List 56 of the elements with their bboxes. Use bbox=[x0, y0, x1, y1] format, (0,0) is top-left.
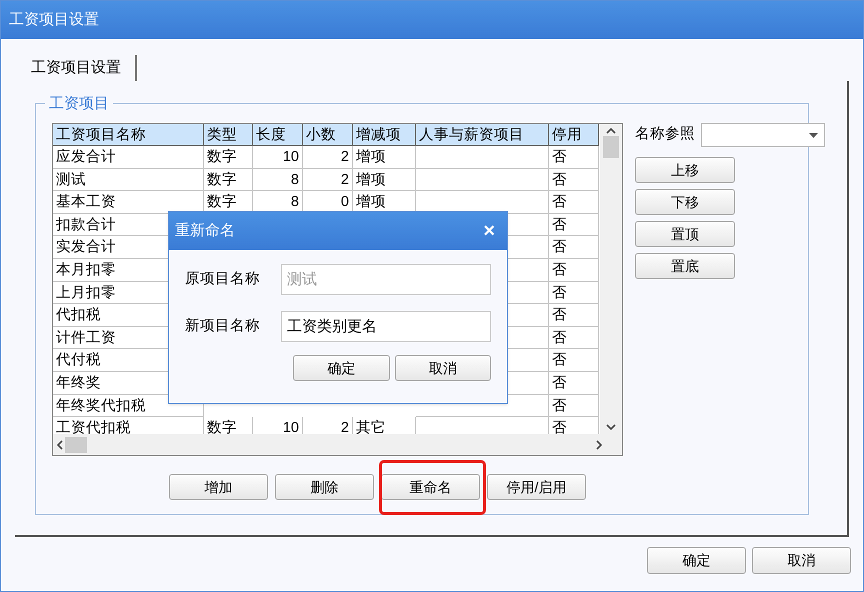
action-button[interactable]: 增加 bbox=[169, 474, 268, 500]
column-header[interactable]: 工资项目名称 bbox=[53, 124, 204, 146]
table-cell: 否 bbox=[549, 372, 599, 395]
table-cell: 增项 bbox=[353, 168, 416, 192]
scroll-right-icon[interactable] bbox=[596, 440, 602, 450]
table-cell: 否 bbox=[549, 326, 599, 350]
table-cell: 否 bbox=[549, 168, 599, 192]
column-header[interactable]: 停用 bbox=[549, 124, 599, 146]
table-cell: 数字 bbox=[204, 168, 253, 192]
dialog-button[interactable]: 取消 bbox=[394, 355, 491, 381]
column-header[interactable]: 人事与薪资项目 bbox=[416, 124, 549, 146]
side-button[interactable]: 置顶 bbox=[635, 221, 735, 247]
footer-button[interactable]: 确定 bbox=[647, 547, 746, 574]
column-header[interactable]: 增减项 bbox=[353, 124, 416, 146]
table-cell: 增项 bbox=[353, 146, 416, 169]
action-button[interactable]: 停用/启用 bbox=[487, 474, 586, 500]
table-cell: 测试 bbox=[53, 168, 204, 192]
scroll-thumb[interactable] bbox=[603, 136, 619, 158]
column-header[interactable]: 类型 bbox=[204, 124, 253, 146]
table-cell: 否 bbox=[549, 146, 599, 169]
side-button[interactable]: 上移 bbox=[635, 157, 735, 183]
name-reference-dropdown[interactable] bbox=[701, 123, 825, 147]
scroll-down-icon[interactable] bbox=[606, 424, 616, 430]
scroll-left-icon[interactable] bbox=[57, 440, 63, 450]
table-cell: 否 bbox=[549, 282, 599, 304]
table-cell: 否 bbox=[549, 304, 599, 327]
table-cell: 否 bbox=[549, 258, 599, 282]
input-field[interactable]: 工资类别更名 bbox=[281, 311, 491, 342]
scroll-thumb[interactable] bbox=[65, 436, 87, 452]
close-button[interactable]: × bbox=[483, 216, 495, 246]
table-cell: 否 bbox=[549, 236, 599, 259]
input-field[interactable]: 测试 bbox=[281, 264, 491, 295]
dropdown-arrow-icon bbox=[809, 132, 818, 138]
table-cell: 否 bbox=[549, 191, 599, 214]
name-reference-label: 名称参照 bbox=[635, 125, 695, 144]
action-button[interactable]: 删除 bbox=[275, 474, 374, 500]
table-cell: 10 bbox=[253, 146, 303, 169]
table-cell: 否 bbox=[549, 349, 599, 372]
column-header[interactable]: 小数 bbox=[303, 124, 353, 146]
action-button[interactable]: 重命名 bbox=[381, 474, 480, 500]
horizontal-scrollbar[interactable] bbox=[53, 434, 622, 455]
scroll-up-icon[interactable] bbox=[606, 128, 616, 134]
dialog-button[interactable]: 确定 bbox=[293, 355, 390, 381]
table-cell: 否 bbox=[549, 214, 599, 236]
table-cell: 2 bbox=[303, 168, 353, 192]
table-cell: 8 bbox=[253, 168, 303, 192]
window-title: 工资项目设置 bbox=[9, 10, 99, 30]
table-cell: 应发合计 bbox=[53, 146, 204, 169]
table-cell: 数字 bbox=[204, 146, 253, 169]
side-button[interactable]: 下移 bbox=[635, 189, 735, 215]
table-cell: 2 bbox=[303, 146, 353, 169]
side-button[interactable]: 置底 bbox=[635, 253, 735, 279]
table-cell: 否 bbox=[549, 394, 599, 418]
column-header[interactable]: 长度 bbox=[253, 124, 303, 146]
footer-button[interactable]: 取消 bbox=[752, 547, 851, 574]
vertical-scrollbar[interactable] bbox=[600, 124, 622, 434]
